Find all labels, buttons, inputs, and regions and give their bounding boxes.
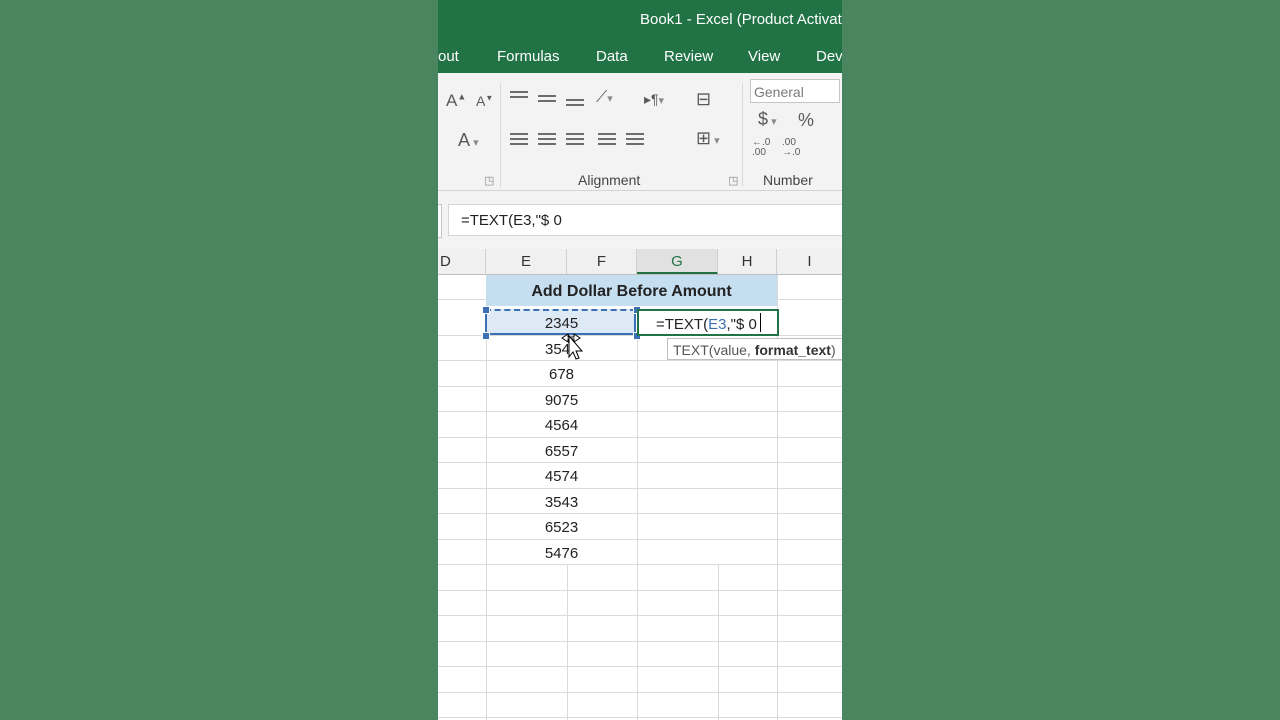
gridline xyxy=(438,615,842,616)
worksheet-grid[interactable]: Add Dollar Before Amount 2345 354 678 90… xyxy=(438,275,842,720)
excel-window: Book1 - Excel (Product Activat out Formu… xyxy=(438,0,842,720)
decrease-font-button[interactable]: A▼ xyxy=(476,93,493,109)
title-bar: Book1 - Excel (Product Activat xyxy=(438,0,842,40)
table-header-cell[interactable]: Add Dollar Before Amount xyxy=(486,275,777,306)
background-left xyxy=(0,0,438,720)
function-tooltip: TEXT(value, format_text) xyxy=(667,338,842,360)
cell-e12[interactable]: 5476 xyxy=(486,545,637,562)
gridline xyxy=(438,564,842,565)
column-header-f[interactable]: F xyxy=(567,249,637,274)
gridline xyxy=(438,692,842,693)
accounting-format-button[interactable]: $ ▾ xyxy=(758,109,777,130)
align-right-icon[interactable] xyxy=(566,133,584,147)
alignment-group-label: Alignment xyxy=(578,172,641,188)
decrease-decimal-button[interactable]: .00 →.0 xyxy=(782,138,800,158)
cell-e5[interactable]: 678 xyxy=(486,366,637,383)
gridline xyxy=(438,641,842,642)
ribbon: A▲ A▼ A ▾ ◳ ⟋▾ ▸¶▾ ⊟ ⊞ ▾ Alignment ◳ Gen… xyxy=(438,73,842,191)
mouse-cursor-icon xyxy=(561,333,584,360)
bottom-align-icon[interactable] xyxy=(566,99,584,113)
font-color-button[interactable]: A ▾ xyxy=(458,130,479,151)
align-center-icon[interactable] xyxy=(538,133,556,147)
column-header-e[interactable]: E xyxy=(486,249,567,274)
cell-e6[interactable]: 9075 xyxy=(486,392,637,409)
cell-e8[interactable]: 6557 xyxy=(486,443,637,460)
tab-view[interactable]: View xyxy=(748,48,780,65)
gridline xyxy=(438,513,842,514)
tab-page-layout[interactable]: out xyxy=(438,48,459,65)
gridline xyxy=(438,462,842,463)
active-cell-formula[interactable]: =TEXT(E3,"$ 0 xyxy=(656,316,757,333)
cell-e10[interactable]: 3543 xyxy=(486,494,637,511)
number-group-label: Number xyxy=(763,172,813,188)
alignment-dialog-launcher-icon[interactable]: ◳ xyxy=(728,174,738,187)
cell-e7[interactable]: 4564 xyxy=(486,417,637,434)
gridline xyxy=(438,437,842,438)
tab-developer[interactable]: Dev xyxy=(816,48,842,65)
ribbon-separator xyxy=(742,83,743,187)
background-right xyxy=(842,0,1280,720)
formula-input[interactable]: =TEXT(E3,"$ 0 xyxy=(448,204,842,236)
increase-indent-icon[interactable] xyxy=(626,133,644,147)
tab-review[interactable]: Review xyxy=(664,48,713,65)
gridline xyxy=(438,666,842,667)
column-header-g[interactable]: G xyxy=(637,249,718,274)
formula-bar: =TEXT(E3,"$ 0 xyxy=(438,191,842,249)
align-left-icon[interactable] xyxy=(510,133,528,147)
top-align-icon[interactable] xyxy=(510,91,528,105)
gridline xyxy=(718,565,719,720)
merge-center-icon[interactable]: ⊞ ▾ xyxy=(696,128,720,149)
tab-data[interactable]: Data xyxy=(596,48,628,65)
column-header-h[interactable]: H xyxy=(718,249,777,274)
tab-formulas[interactable]: Formulas xyxy=(497,48,560,65)
name-box[interactable] xyxy=(438,204,442,238)
wrap-text-icon[interactable]: ▸¶▾ xyxy=(644,91,664,108)
selection-handle[interactable] xyxy=(482,306,490,314)
selection-handle[interactable] xyxy=(482,332,490,340)
gridline xyxy=(438,411,842,412)
increase-decimal-button[interactable]: ←.0.00 xyxy=(752,138,770,158)
increase-font-button[interactable]: A▲ xyxy=(446,91,466,111)
gridline xyxy=(567,565,568,720)
percent-style-button[interactable]: % xyxy=(798,110,814,131)
window-title: Book1 - Excel (Product Activat xyxy=(640,11,842,28)
gridline xyxy=(438,386,842,387)
font-dialog-launcher-icon[interactable]: ◳ xyxy=(484,174,494,187)
cell-e9[interactable]: 4574 xyxy=(486,468,637,485)
gridline xyxy=(637,275,638,720)
gridline xyxy=(438,539,842,540)
decrease-indent-icon[interactable] xyxy=(598,133,616,147)
gridline xyxy=(438,590,842,591)
gridline xyxy=(438,488,842,489)
orientation-icon[interactable]: ⟋▾ xyxy=(596,89,613,107)
text-caret xyxy=(760,313,761,332)
number-format-select[interactable]: General xyxy=(750,79,840,103)
cell-e11[interactable]: 6523 xyxy=(486,519,637,536)
ribbon-separator xyxy=(500,83,501,187)
ribbon-tabs: out Formulas Data Review View Dev xyxy=(438,40,842,73)
column-headers: D E F G H I xyxy=(438,249,842,275)
gridline xyxy=(438,717,842,718)
column-header-d[interactable]: D xyxy=(438,249,486,274)
merge-icon[interactable]: ⊟ xyxy=(696,89,711,110)
middle-align-icon[interactable] xyxy=(538,95,556,109)
column-header-i[interactable]: I xyxy=(777,249,842,274)
